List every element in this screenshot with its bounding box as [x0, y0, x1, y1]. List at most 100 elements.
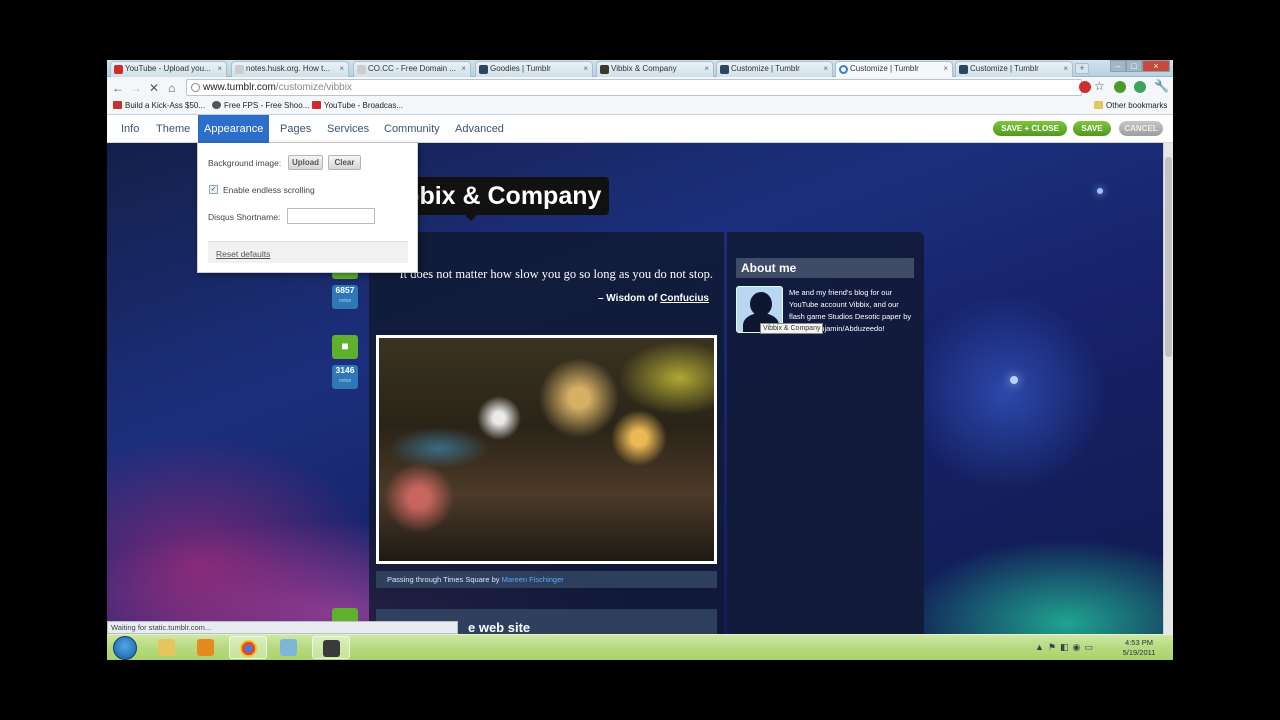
avatar-tooltip: Vibbix & Company [760, 323, 824, 334]
tab-customize-active[interactable]: Customize | Tumblr × [835, 61, 953, 78]
youtube-icon [312, 101, 321, 109]
taskbar-recorder[interactable] [312, 636, 350, 659]
minimize-button[interactable]: – [1110, 60, 1126, 72]
page-info-icon [191, 83, 200, 92]
clear-button[interactable]: Clear [328, 155, 361, 170]
tab-close-icon[interactable]: × [339, 62, 344, 76]
tab-vibbix-company[interactable]: Vibbix & Company × [596, 61, 714, 77]
windows-taskbar: ▲⚑◧◉▭ 4:53 PM 5/19/2011 [107, 634, 1173, 660]
about-heading: About me [736, 258, 914, 278]
tab-coc-domain[interactable]: CO.CC - Free Domain ... × [353, 61, 471, 77]
camera-icon[interactable]: ■ [332, 335, 358, 359]
folder-icon [158, 639, 175, 656]
recorder-icon [323, 640, 340, 657]
tab-close-icon[interactable]: × [1063, 62, 1068, 76]
tab-close-icon[interactable]: × [704, 62, 709, 76]
page-icon [357, 65, 366, 74]
tumblr-icon [479, 65, 488, 74]
adblock-icon[interactable] [1079, 81, 1091, 93]
cancel-button[interactable]: CANCEL [1119, 121, 1163, 136]
status-bubble: Waiting for static.tumblr.com... [107, 621, 458, 634]
reset-defaults-link[interactable]: Reset defaults [216, 249, 270, 259]
new-tab-button[interactable]: + [1075, 63, 1089, 74]
screen: YouTube - Upload you... × notes.husk.org.… [107, 60, 1173, 660]
background-image-label: Background image: [208, 158, 282, 168]
bookmark-item[interactable]: Free FPS - Free Shoo... [212, 101, 309, 110]
extension-icon[interactable] [1114, 81, 1126, 93]
media-player-icon [197, 639, 214, 656]
page-scrollbar[interactable] [1163, 143, 1173, 634]
menu-pages[interactable]: Pages [274, 115, 317, 143]
disqus-shortname-input[interactable] [287, 208, 375, 224]
tab-close-icon[interactable]: × [583, 62, 588, 76]
address-bar[interactable]: www.tumblr.com/customize/vibbix [186, 79, 1082, 96]
chrome-icon [240, 640, 257, 657]
maximize-button[interactable]: □ [1126, 60, 1142, 72]
endless-scrolling-label: Enable endless scrolling [223, 185, 315, 195]
extension-green-icon[interactable] [1134, 81, 1146, 93]
menu-community[interactable]: Community [378, 115, 446, 143]
customize-bar: Info Theme Appearance Pages Services Com… [107, 115, 1173, 143]
stop-loading-icon[interactable]: ✕ [149, 81, 159, 95]
other-bookmarks[interactable]: Other bookmarks [1094, 101, 1167, 110]
next-post-title[interactable]: e web site [468, 620, 530, 634]
loading-icon [839, 65, 848, 74]
tab-notes-husk[interactable]: notes.husk.org. How t... × [231, 61, 349, 77]
times-square-image [379, 338, 714, 561]
post-photo[interactable] [376, 335, 717, 564]
quote-author-link[interactable]: Confucius [660, 293, 709, 304]
photographer-link[interactable]: Mareen Fischinger [502, 575, 564, 584]
tab-close-icon[interactable]: × [823, 62, 828, 76]
save-close-button[interactable]: SAVE + CLOSE [993, 121, 1067, 136]
start-button[interactable] [113, 636, 137, 660]
bookmarks-bar: Build a Kick-Ass $50... Free FPS - Free … [107, 98, 1173, 115]
taskbar-chrome[interactable] [229, 636, 267, 659]
back-arrow-icon[interactable]: ← [112, 81, 124, 95]
bookmark-item[interactable]: YouTube - Broadcas... [312, 101, 403, 110]
notes-count[interactable]: 6857 notes [332, 285, 358, 309]
appearance-panel: Background image: Upload Clear ✓ Enable … [197, 143, 418, 273]
tab-customize-3[interactable]: Customize | Tumblr × [955, 61, 1073, 77]
reset-area: Reset defaults [208, 241, 408, 263]
menu-services[interactable]: Services [321, 115, 375, 143]
tab-close-icon[interactable]: × [217, 62, 222, 76]
quote-text: It does not matter how slow you go so lo… [399, 267, 713, 281]
folder-icon [1094, 101, 1103, 109]
notes-count[interactable]: 3146 notes [332, 365, 358, 389]
save-button[interactable]: SAVE [1073, 121, 1111, 136]
upload-button[interactable]: Upload [288, 155, 323, 170]
menu-theme[interactable]: Theme [150, 115, 196, 143]
sparkle [1010, 376, 1018, 384]
tab-strip: YouTube - Upload you... × notes.husk.org.… [107, 60, 1173, 78]
close-window-button[interactable]: × [1142, 60, 1170, 72]
taskbar-app[interactable] [270, 636, 308, 659]
tumblr-icon [959, 65, 968, 74]
clock[interactable]: 4:53 PM 5/19/2011 [1115, 638, 1163, 658]
menu-appearance[interactable]: Appearance [198, 115, 270, 143]
page-icon [600, 65, 609, 74]
browser-toolbar: ← → ✕ ⌂ www.tumblr.com/customize/vibbix … [107, 77, 1173, 98]
star-bookmark-icon[interactable]: ☆ [1094, 79, 1105, 93]
bookmark-item[interactable]: Build a Kick-Ass $50... [113, 101, 205, 110]
disqus-label: Disqus Shortname: [208, 212, 281, 222]
bookmark-site-icon [113, 101, 122, 109]
tab-goodies-tumblr[interactable]: Goodies | Tumblr × [475, 61, 593, 77]
tab-youtube-upload[interactable]: YouTube - Upload you... × [110, 61, 227, 77]
taskbar-explorer[interactable] [148, 636, 186, 659]
system-tray[interactable]: ▲⚑◧◉▭ [1035, 642, 1097, 653]
quote-source: – Wisdom of Confucius [597, 293, 709, 304]
menu-info[interactable]: Info [115, 115, 145, 143]
wrench-icon[interactable]: 🔧 [1154, 79, 1169, 93]
forward-arrow-icon[interactable]: → [130, 81, 142, 95]
tab-close-icon[interactable]: × [461, 62, 466, 76]
tumblr-icon [720, 65, 729, 74]
tab-customize-1[interactable]: Customize | Tumblr × [716, 61, 833, 77]
tab-close-icon[interactable]: × [943, 62, 948, 76]
menu-advanced[interactable]: Advanced [449, 115, 510, 143]
scrollbar-thumb[interactable] [1165, 157, 1172, 357]
app-icon [280, 639, 297, 656]
home-icon[interactable]: ⌂ [168, 81, 175, 95]
taskbar-media-player[interactable] [187, 636, 225, 659]
endless-scrolling-checkbox[interactable]: ✓ [209, 185, 218, 194]
page-icon [235, 65, 244, 74]
